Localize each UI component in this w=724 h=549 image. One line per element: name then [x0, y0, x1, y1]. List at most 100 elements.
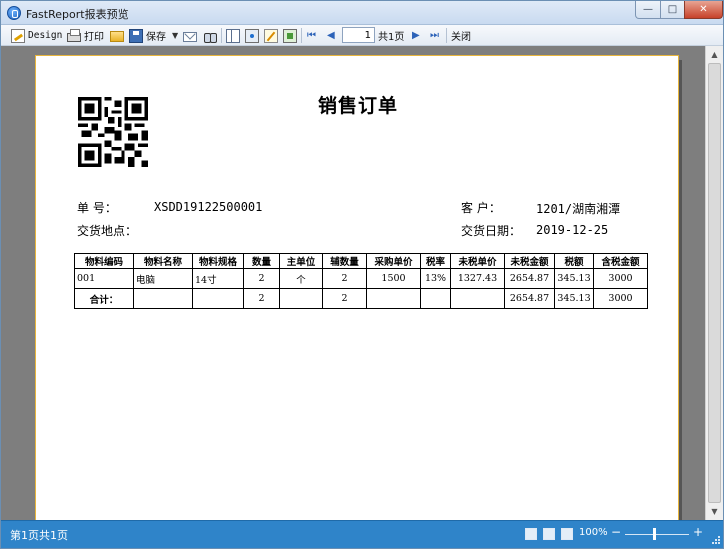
- zoom-whole-page-icon[interactable]: [543, 528, 555, 540]
- column-header: 数量: [243, 253, 280, 269]
- chevron-down-icon: ▼: [172, 31, 179, 40]
- edit-icon: [264, 28, 278, 43]
- prev-page-button[interactable]: ◀: [327, 28, 335, 43]
- maximize-button[interactable]: □: [660, 1, 685, 19]
- save-dropdown-button[interactable]: ▼: [172, 28, 179, 43]
- last-page-button[interactable]: ⏭: [430, 28, 439, 43]
- table-cell: 2: [243, 268, 280, 289]
- table-cell: 345.13: [554, 268, 594, 289]
- design-label: Design: [28, 30, 63, 41]
- delivery-date-label: 交货日期：: [461, 224, 522, 238]
- table-cell: 2654.87: [504, 268, 555, 289]
- toolbar: Design 打印 保存 ▼ ⏮ ◀ 1 共1页 ▶ ⏭ 关闭: [1, 25, 723, 46]
- open-folder-icon: [110, 31, 124, 42]
- zoom-page-width-icon[interactable]: [525, 528, 537, 540]
- edit-button[interactable]: [264, 28, 278, 43]
- table-cell: [366, 288, 421, 309]
- toolbar-separator: [301, 28, 302, 43]
- save-button[interactable]: 保存: [129, 28, 166, 43]
- column-header: 物料名称: [133, 253, 193, 269]
- design-icon: [11, 28, 25, 43]
- table-total-row: 合计： 2 2 2654.87 345.13 3000: [74, 288, 648, 309]
- column-header: 物料规格: [192, 253, 244, 269]
- page-number-input[interactable]: [342, 27, 375, 43]
- table-row: 001 电脑 14寸 2 个 2 1500 13% 1327.43 2654.8…: [74, 268, 648, 289]
- zoom-level: 100%: [579, 527, 608, 538]
- outline-button[interactable]: [283, 28, 297, 43]
- table-cell: 345.13: [554, 288, 594, 309]
- next-page-button[interactable]: ▶: [412, 28, 420, 43]
- table-cell: 2: [322, 268, 367, 289]
- column-header: 辅数量: [322, 253, 367, 269]
- page-setup-icon: [226, 28, 240, 43]
- scroll-up-button[interactable]: ▲: [706, 46, 723, 63]
- minimize-button[interactable]: —: [635, 1, 661, 19]
- save-label: 保存: [146, 32, 166, 43]
- open-button[interactable]: [110, 28, 124, 43]
- zoom-multi-page-icon[interactable]: [561, 528, 573, 540]
- zoom-slider-track[interactable]: [625, 534, 689, 535]
- email-icon: [183, 31, 197, 42]
- resize-grip-icon[interactable]: [711, 535, 721, 545]
- column-header: 税率: [420, 253, 451, 269]
- table-cell: 3000: [593, 268, 648, 289]
- column-header: 未税单价: [450, 253, 505, 269]
- table-cell: 2: [243, 288, 280, 309]
- print-button[interactable]: 打印: [67, 28, 104, 43]
- close-button[interactable]: 关闭: [451, 28, 471, 43]
- print-label: 打印: [84, 32, 104, 43]
- email-button[interactable]: [183, 28, 197, 43]
- report-title: 销售订单: [317, 95, 398, 117]
- vertical-scrollbar[interactable]: ▲ ▼: [705, 46, 723, 520]
- customer-value: 1201/湖南湘潭: [536, 202, 621, 216]
- table-cell: 14寸: [192, 268, 244, 289]
- table-cell: 1327.43: [450, 268, 505, 289]
- customer-label: 客 户：: [461, 201, 501, 215]
- table-cell: 电脑: [133, 268, 193, 289]
- table-cell: [279, 288, 323, 309]
- settings-icon: [245, 28, 259, 43]
- zoom-slider-thumb[interactable]: [653, 528, 656, 540]
- first-page-button[interactable]: ⏮: [307, 28, 316, 43]
- table-cell: 001: [74, 268, 134, 289]
- order-no-value: XSDD19122500001: [154, 200, 263, 214]
- table-cell: [133, 288, 193, 309]
- table-cell: [420, 288, 451, 309]
- column-header: 税额: [554, 253, 594, 269]
- zoom-in-button[interactable]: +: [693, 525, 703, 539]
- toolbar-separator: [446, 28, 447, 43]
- scroll-thumb[interactable]: [708, 63, 721, 503]
- zoom-out-button[interactable]: −: [611, 525, 621, 539]
- design-button[interactable]: Design: [11, 28, 62, 43]
- title-bar: FastReport报表预览 — □ ✕: [1, 1, 723, 25]
- outline-icon: [283, 28, 297, 43]
- column-header: 未税金额: [504, 253, 555, 269]
- find-icon: [203, 29, 217, 43]
- window-title: FastReport报表预览: [26, 8, 129, 21]
- find-button[interactable]: [203, 28, 217, 43]
- table-cell: [450, 288, 505, 309]
- column-header: 采购单价: [366, 253, 421, 269]
- total-pages-label: 共1页: [378, 32, 405, 43]
- app-icon: [7, 6, 21, 20]
- table-cell: 2654.87: [504, 288, 555, 309]
- table-header-row: 物料编码 物料名称 物料规格 数量 主单位 辅数量 采购单价 税率 未税单价 未…: [74, 253, 648, 269]
- table-cell: 个: [279, 268, 323, 289]
- close-window-button[interactable]: ✕: [684, 1, 723, 19]
- table-cell: 合计：: [74, 288, 134, 309]
- preview-area[interactable]: 销售订单 单 号： XSDD19122500001 客 户： 1201/湖南湘潭…: [1, 46, 723, 520]
- delivery-place-label: 交货地点：: [77, 224, 138, 238]
- order-table: 物料编码 物料名称 物料规格 数量 主单位 辅数量 采购单价 税率 未税单价 未…: [74, 253, 648, 309]
- print-icon: [67, 29, 81, 42]
- table-cell: 13%: [420, 268, 451, 289]
- delivery-date-value: 2019-12-25: [536, 223, 609, 237]
- status-bar: 第1页共1页 100% − +: [1, 520, 723, 548]
- page-setup-button[interactable]: [226, 28, 240, 43]
- report-page: 销售订单 单 号： XSDD19122500001 客 户： 1201/湖南湘潭…: [35, 55, 682, 520]
- table-cell: 2: [322, 288, 367, 309]
- column-header: 物料编码: [74, 253, 134, 269]
- table-cell: 1500: [366, 268, 421, 289]
- scroll-down-button[interactable]: ▼: [706, 503, 723, 520]
- table-cell: [192, 288, 244, 309]
- settings-button[interactable]: [245, 28, 259, 43]
